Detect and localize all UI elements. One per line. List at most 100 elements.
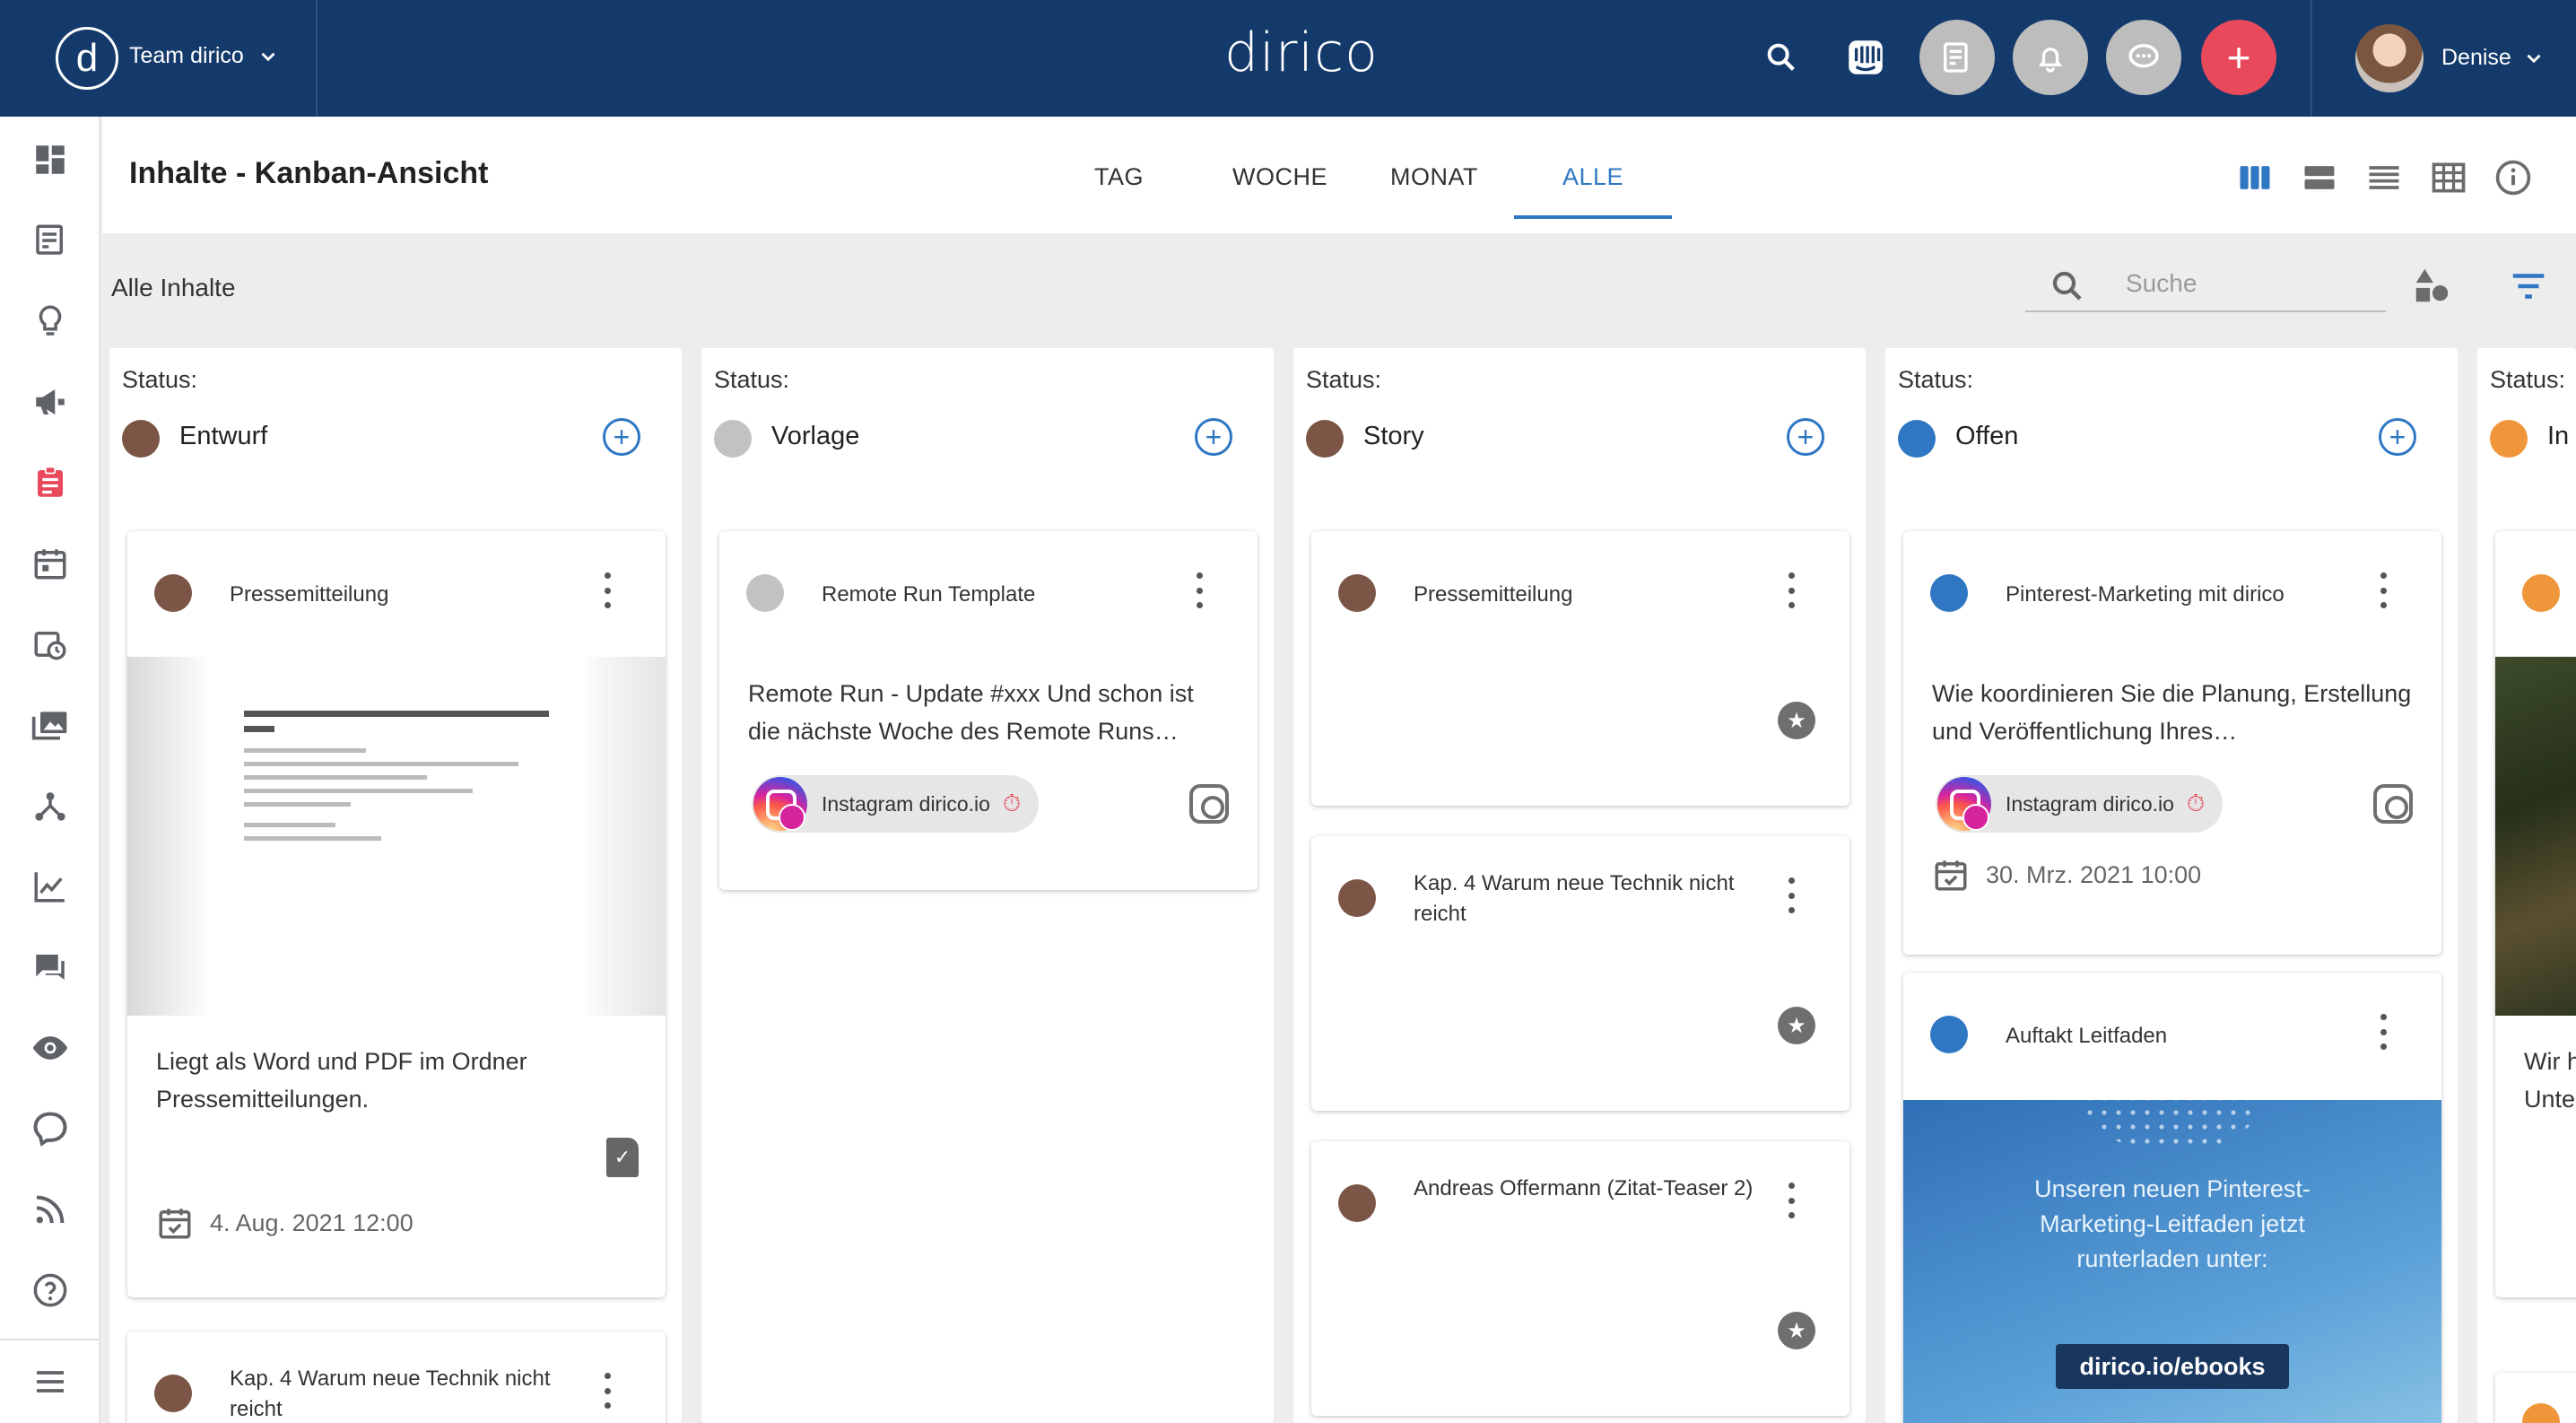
workflow-icon[interactable]: [25, 781, 75, 831]
tab-tag[interactable]: TAG: [1094, 163, 1144, 191]
content-card[interactable]: Auftakt Leitfaden Unseren neuen Pinteres…: [1903, 973, 2441, 1423]
add-content-button[interactable]: +: [2201, 20, 2276, 95]
content-card[interactable]: Andreas Offermann (Zitat-Teaser 2) ★: [1311, 1141, 1849, 1416]
calendar-icon[interactable]: [25, 538, 75, 589]
dashboard-icon[interactable]: [25, 135, 75, 185]
add-card-button[interactable]: +: [1787, 418, 1824, 456]
info-icon[interactable]: [2493, 158, 2533, 197]
channel-chip[interactable]: Instagram dirico.io ⏱: [752, 775, 1040, 833]
more-options-icon[interactable]: [1186, 572, 1213, 608]
tab-alle[interactable]: ALLE: [1562, 163, 1623, 191]
filter-icon[interactable]: [2508, 266, 2549, 307]
confetti-decoration: [2083, 1091, 2262, 1145]
status-dot: [154, 1375, 192, 1412]
channel-chip[interactable]: Instagram dirico.io ⏱: [1936, 775, 2224, 833]
timer-icon: ⏱: [1002, 790, 1022, 816]
plus-icon: +: [1797, 421, 1815, 453]
media-library-icon[interactable]: [25, 700, 75, 750]
add-card-button[interactable]: +: [603, 418, 640, 456]
card-title: Kap. 4 Warum neue Technik nicht reicht: [1414, 871, 1735, 926]
assignment-icon[interactable]: [25, 458, 75, 508]
sidebar-footer: [0, 1339, 100, 1423]
user-menu[interactable]: Denise: [2441, 45, 2546, 71]
table-view-icon[interactable]: [2429, 158, 2468, 197]
card-description: Remote Run - Update #xxx Und schon ist d…: [748, 680, 1194, 745]
more-options-icon[interactable]: [2370, 1014, 2397, 1050]
bell-icon[interactable]: [2013, 20, 2088, 95]
more-options-icon[interactable]: [2370, 572, 2397, 608]
add-card-button[interactable]: +: [1195, 418, 1232, 456]
card-title: Pressemitteilung: [230, 582, 389, 607]
status-dot: [1338, 574, 1376, 612]
star-icon[interactable]: ★: [1778, 1007, 1815, 1044]
card-title: Pressemitteilung: [1414, 582, 1573, 607]
content-card[interactable]: Kap. 4 Warum neue Technik nicht reicht ★: [1311, 836, 1849, 1111]
more-options-icon[interactable]: [1778, 877, 1805, 913]
card-title: Pinterest-Marketing mit dirico: [2006, 582, 2284, 607]
content-card[interactable]: Kap. 4 Warum neue Technik nicht reicht: [127, 1331, 666, 1423]
more-options-icon[interactable]: [594, 1373, 621, 1409]
intercom-icon[interactable]: [1828, 20, 1903, 95]
content-card[interactable]: Pinterest-Marketing mit dirico Wie koord…: [1903, 531, 2441, 955]
more-options-icon[interactable]: [1778, 1183, 1805, 1218]
search-input[interactable]: Suche: [2025, 260, 2386, 312]
add-card-button[interactable]: +: [2379, 418, 2416, 456]
help-icon[interactable]: [25, 1265, 75, 1315]
campaign-icon[interactable]: [25, 377, 75, 427]
comments-icon[interactable]: [25, 942, 75, 992]
content-card[interactable]: Wir h Unte: [2495, 531, 2576, 1297]
content-card[interactable]: Pressemitteilung Liegt als Word und PDF …: [127, 531, 666, 1297]
card-title: Remote Run Template: [822, 582, 1036, 607]
chat-icon[interactable]: [2106, 20, 2181, 95]
avatar[interactable]: [2355, 24, 2424, 92]
content-card[interactable]: Pressemitteilung ★: [1311, 531, 1849, 806]
more-options-icon[interactable]: [594, 572, 621, 608]
star-icon[interactable]: ★: [1778, 1312, 1815, 1349]
star-icon[interactable]: ★: [1778, 702, 1815, 739]
section-label: Alle Inhalte: [111, 274, 236, 301]
list-view-icon[interactable]: [2364, 158, 2404, 197]
plus-icon: +: [2389, 421, 2406, 453]
rss-icon[interactable]: [25, 1184, 75, 1235]
more-options-icon[interactable]: [1778, 572, 1805, 608]
tasks-icon[interactable]: [1919, 20, 1995, 95]
chevron-down-icon: [2527, 54, 2541, 63]
card-date-text: 4. Aug. 2021 12:00: [210, 1209, 413, 1236]
status-dot: [1338, 879, 1376, 917]
content-types-icon[interactable]: [2411, 266, 2452, 307]
idea-icon[interactable]: [25, 296, 75, 346]
analytics-icon[interactable]: [25, 861, 75, 912]
kanban-column-vorlage: Status: Vorlage + Remote Run Template Re…: [701, 348, 1274, 1423]
instagram-outline-icon: [2373, 784, 2413, 824]
sidebar: [0, 117, 100, 1423]
schedule-icon[interactable]: [25, 619, 75, 669]
content-card[interactable]: [2495, 1373, 2576, 1423]
content-list-icon[interactable]: [25, 215, 75, 266]
status-dot: [746, 574, 784, 612]
kanban-view-icon[interactable]: [2235, 158, 2275, 197]
calendar-check-icon: [159, 1209, 191, 1239]
tab-monat[interactable]: MONAT: [1390, 163, 1478, 191]
status-dot: [1306, 420, 1344, 458]
social-listening-icon[interactable]: [25, 1104, 75, 1154]
menu-icon[interactable]: [25, 1357, 75, 1407]
status-dot: [2490, 420, 2528, 458]
status-dot: [1930, 1016, 1968, 1053]
column-status-label: Status:: [1306, 366, 1382, 393]
document-approved-icon: ✓: [606, 1138, 639, 1177]
card-title: Andreas Offermann (Zitat-Teaser 2): [1414, 1176, 1754, 1200]
promo-image: Unseren neuen Pinterest-Marketing-Leitfa…: [1903, 1091, 2441, 1423]
promo-text: Unseren neuen Pinterest-Marketing-Leitfa…: [2034, 1175, 2311, 1272]
split-view-icon[interactable]: [2300, 158, 2339, 197]
tab-woche[interactable]: WOCHE: [1232, 163, 1327, 191]
column-status-label: Status:: [2490, 366, 2566, 393]
brand-logo[interactable]: d: [56, 27, 118, 90]
preview-icon[interactable]: [25, 1023, 75, 1073]
active-tab-indicator: [1514, 215, 1672, 219]
search-icon[interactable]: [1744, 20, 1819, 95]
team-switcher[interactable]: Team dirico: [129, 43, 280, 69]
status-dot: [1930, 574, 1968, 612]
channel-name: Instagram dirico.io: [2006, 791, 2174, 816]
content-card[interactable]: Remote Run Template Remote Run - Update …: [719, 531, 1258, 890]
brand-letter: d: [75, 36, 99, 80]
